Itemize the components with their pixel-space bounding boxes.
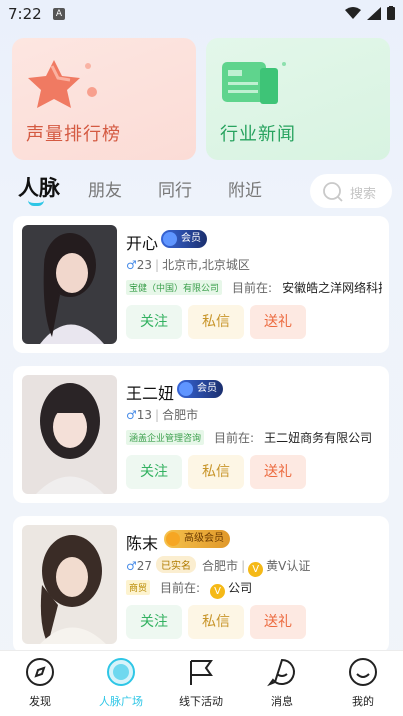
- current-label: 目前在:: [160, 581, 201, 595]
- search-placeholder: 搜索: [350, 187, 377, 202]
- vip-badge-label: 会员: [181, 233, 201, 244]
- news-card[interactable]: 行业新闻: [206, 38, 390, 160]
- person-age: 27: [136, 559, 153, 573]
- person-name: 王二妞: [126, 384, 175, 403]
- company-tag: 涵盖企业管理咨询: [126, 430, 205, 445]
- v-verification-label: 黄V认证: [266, 559, 311, 573]
- tab-friends[interactable]: 朋友: [88, 176, 122, 201]
- notification-icon: A: [53, 8, 65, 20]
- person-card[interactable]: 陈末 高级会员 ♂27 已实名 合肥市 | V 黄V认证 商贸 目前在: V 公司 关注 私信 …: [13, 516, 389, 653]
- smiley-icon: [349, 658, 377, 686]
- news-card-title: 行业新闻: [220, 124, 296, 145]
- message-button[interactable]: 私信: [188, 605, 244, 639]
- current-label: 目前在:: [214, 431, 255, 445]
- male-icon: ♂: [126, 258, 137, 272]
- tab-connections[interactable]: 人脉: [18, 172, 60, 202]
- current-company-wrap: V 公司: [210, 581, 253, 599]
- vip-badge: 会员: [161, 230, 207, 248]
- person-meta: ♂13 | 合肥市: [126, 408, 199, 422]
- message-button[interactable]: 私信: [188, 455, 244, 489]
- tab-bar: 人脉 朋友 同行 附近 搜索: [0, 170, 403, 216]
- newspaper-icon: [222, 62, 286, 104]
- person-company-line: 涵盖企业管理咨询 目前在: 王二妞商务有限公司: [126, 429, 382, 446]
- follow-button[interactable]: 关注: [126, 455, 182, 489]
- person-meta: ♂23 | 北京市,北京城区: [126, 258, 250, 272]
- nav-offline-events[interactable]: 线下活动: [161, 657, 241, 709]
- avatar: [22, 375, 117, 494]
- search-input[interactable]: 搜索: [310, 174, 392, 208]
- connections-icon: [107, 658, 135, 686]
- current-label: 目前在:: [232, 281, 273, 295]
- person-location: 合肥市: [202, 559, 239, 573]
- male-icon: ♂: [126, 408, 137, 422]
- person-age: 23: [136, 258, 153, 272]
- battery-icon: [387, 6, 395, 20]
- current-company: 公司: [228, 581, 253, 595]
- ranking-card-title: 声量排行榜: [26, 124, 121, 145]
- wifi-icon: [345, 6, 361, 19]
- nav-label: 线下活动: [179, 695, 223, 708]
- nav-messages[interactable]: 消息: [242, 657, 322, 709]
- compass-icon: [26, 658, 54, 686]
- current-company: 王二妞商务有限公司: [264, 431, 373, 445]
- person-card[interactable]: 王二妞 会员 ♂13 | 合肥市 涵盖企业管理咨询 目前在: 王二妞商务有限公司 关注 …: [13, 366, 389, 503]
- v-badge-icon: V: [248, 562, 264, 577]
- crown-icon: [166, 532, 180, 546]
- status-time: 7:22: [8, 5, 42, 23]
- vip-badge: 高级会员: [164, 530, 230, 548]
- current-company: 安徽皓之洋网络科技: [282, 281, 382, 295]
- tab-active-indicator: [28, 200, 44, 206]
- follow-button[interactable]: 关注: [126, 305, 182, 339]
- person-location: 北京市,北京城区: [162, 258, 250, 272]
- person-location: 合肥市: [162, 408, 199, 422]
- nav-label: 我的: [352, 695, 374, 708]
- gift-button[interactable]: 送礼: [250, 305, 306, 339]
- star-icon: [28, 60, 97, 108]
- flag-icon: [190, 660, 213, 685]
- crown-icon: [163, 232, 177, 246]
- ranking-card[interactable]: 声量排行榜: [12, 38, 196, 160]
- avatar: [22, 525, 117, 644]
- company-tag: 商贸: [126, 580, 151, 595]
- nav-label: 消息: [271, 695, 293, 708]
- tab-nearby[interactable]: 附近: [228, 176, 262, 201]
- nav-label: 发现: [29, 695, 51, 708]
- nav-connections[interactable]: 人脉广场: [81, 657, 161, 709]
- bottom-nav: 发现 人脉广场 线下活动 消息 我的: [0, 650, 403, 716]
- company-tag: 宝健（中国）有限公司: [126, 280, 223, 295]
- v-badge-icon: V: [210, 584, 226, 599]
- avatar: [22, 225, 117, 344]
- gift-button[interactable]: 送礼: [250, 455, 306, 489]
- person-age: 13: [136, 408, 153, 422]
- crown-icon: [179, 382, 193, 396]
- search-icon: [323, 182, 343, 202]
- tab-peers[interactable]: 同行: [158, 176, 192, 201]
- person-card[interactable]: 开心 会员 ♂23 | 北京市,北京城区 宝健（中国）有限公司 目前在: 安徽皓之洋网络…: [13, 216, 389, 353]
- nav-label: 人脉广场: [99, 695, 143, 708]
- status-bar: 7:22 A: [0, 0, 403, 28]
- vip-badge-label: 高级会员: [184, 533, 224, 544]
- nav-profile[interactable]: 我的: [323, 657, 403, 709]
- person-company-line: 商贸 目前在: V 公司: [126, 579, 382, 599]
- person-meta: ♂27 已实名 合肥市 | V 黄V认证: [126, 556, 310, 577]
- gift-button[interactable]: 送礼: [250, 605, 306, 639]
- signal-icon: [367, 6, 381, 20]
- vip-badge-label: 会员: [197, 383, 217, 394]
- vip-badge: 会员: [177, 380, 223, 398]
- verified-badge: 已实名: [156, 556, 197, 573]
- person-name: 开心: [126, 234, 159, 253]
- male-icon: ♂: [126, 559, 137, 573]
- chat-bubble-icon: [267, 658, 295, 687]
- follow-button[interactable]: 关注: [126, 605, 182, 639]
- nav-discover[interactable]: 发现: [0, 657, 80, 709]
- message-button[interactable]: 私信: [188, 305, 244, 339]
- person-company-line: 宝健（中国）有限公司 目前在: 安徽皓之洋网络科技: [126, 279, 382, 296]
- status-icons: [345, 6, 395, 20]
- person-name: 陈末: [126, 534, 159, 553]
